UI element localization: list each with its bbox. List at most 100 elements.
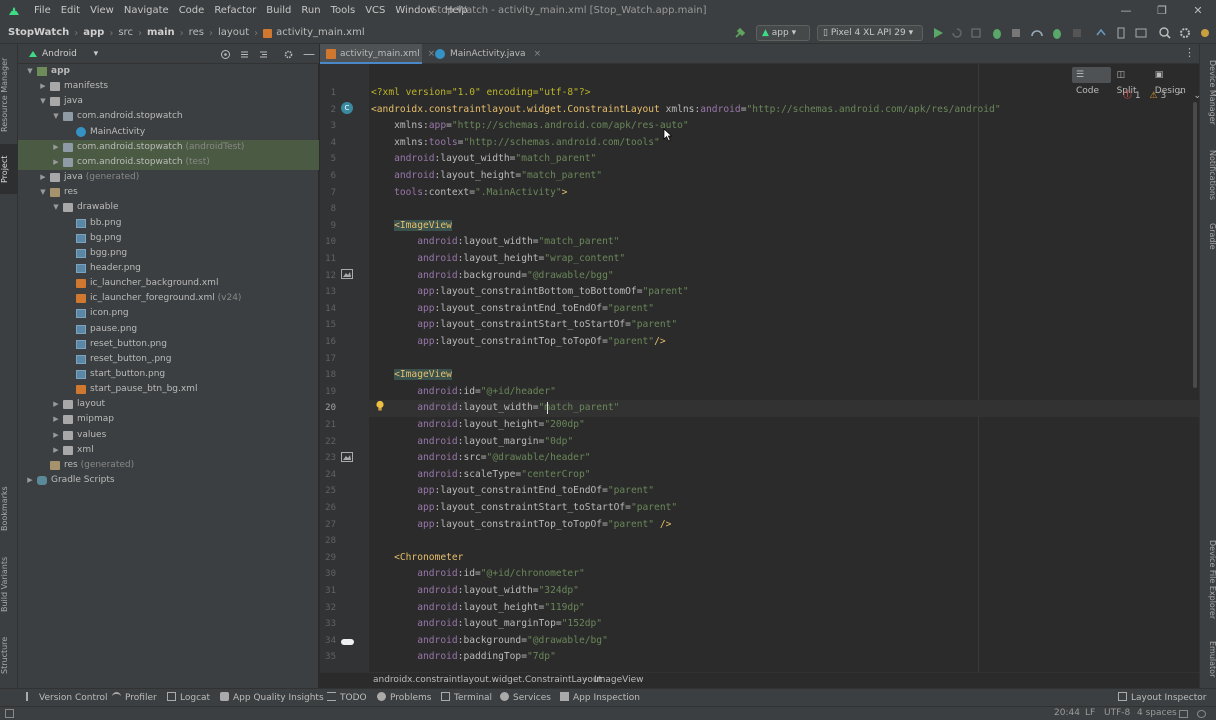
more-tabs-icon[interactable]: ⋮ (1184, 46, 1195, 59)
chevron-right-icon[interactable]: ▶ (52, 155, 60, 170)
menu-item-file[interactable]: File (34, 0, 51, 22)
menu-item-tools[interactable]: Tools (331, 0, 356, 22)
tab-activity-main-xml[interactable]: activity_main.xml × (320, 44, 435, 64)
gradle-tab[interactable]: Gradle (1200, 216, 1216, 256)
tree-item[interactable]: ic_launcher_foreground.xml (v24) (18, 291, 319, 306)
layout-inspector-tab[interactable]: Layout Inspector (1118, 689, 1206, 707)
close-tab-icon[interactable]: × (534, 49, 542, 59)
background-preview-icon[interactable] (341, 639, 354, 645)
code-line[interactable]: android:id="@+id/chronometer" (371, 566, 585, 583)
code-line[interactable]: android:layout_marginTop="152dp" (371, 616, 602, 633)
code-editor[interactable]: 1 2 3 4 5 6 7 8 9 10 11 12 13 14 15 16 17 18 19 20 21 22 23 24 2… (320, 64, 1199, 672)
indent-setting[interactable]: 4 spaces (1137, 707, 1177, 720)
bookmarks-tab[interactable]: Bookmarks (0, 480, 18, 538)
breadcrumb-item[interactable]: main (147, 22, 175, 44)
previous-highlight-icon[interactable]: ⌃ (1177, 91, 1185, 101)
device-select[interactable]: ▯ Pixel 4 XL API 29 ▾ (817, 25, 923, 41)
chevron-right-icon[interactable]: ▶ (52, 428, 60, 443)
minimize-button[interactable]: — (1108, 0, 1144, 22)
breadcrumb-constraint-layout[interactable]: androidx.constraintlayout.widget.Constra… (373, 673, 602, 688)
menu-item-build[interactable]: Build (266, 0, 291, 22)
menu-item-refactor[interactable]: Refactor (214, 0, 256, 22)
code-line[interactable]: <Chronometer (371, 550, 463, 567)
menu-item-run[interactable]: Run (301, 0, 320, 22)
code-mode-button[interactable]: ☰ Code (1072, 67, 1111, 96)
tree-item[interactable]: ▶ values (18, 428, 319, 443)
logcat-tab[interactable]: Logcat (167, 689, 210, 707)
tree-item[interactable]: ▶ Gradle Scripts (18, 473, 319, 488)
inspection-widget[interactable]: ⓵ 1 ⚠ 3 ⌃ ⌄ (1123, 88, 1199, 101)
tree-item[interactable]: MainActivity (18, 125, 319, 140)
version-control-tab[interactable]: Version Control (26, 689, 108, 707)
problems-tab[interactable]: Problems (377, 689, 431, 707)
tree-item[interactable]: reset_button.png (18, 337, 319, 352)
app-quality-insights-tab[interactable]: App Quality Insights (220, 689, 324, 707)
close-button[interactable]: ✕ (1180, 0, 1216, 22)
debug-attach-icon[interactable] (1050, 26, 1064, 40)
stop-icon[interactable] (1070, 26, 1084, 40)
menu-item-code[interactable]: Code (179, 0, 205, 22)
tree-item[interactable]: ▶ mipmap (18, 412, 319, 427)
search-icon[interactable] (1158, 26, 1172, 40)
tree-item[interactable]: bg.png (18, 231, 319, 246)
file-encoding[interactable]: UTF-8 (1104, 707, 1130, 720)
tree-item[interactable]: ▶ java (generated) (18, 170, 319, 185)
tree-item[interactable]: reset_button_.png (18, 352, 319, 367)
code-line[interactable]: app:layout_constraintEnd_toEndOf="parent… (371, 483, 654, 500)
chevron-right-icon[interactable]: ▶ (39, 79, 47, 94)
attach-debugger-icon[interactable] (1009, 26, 1023, 40)
hide-panel-icon[interactable]: — (303, 44, 315, 64)
code-line[interactable]: android:layout_height="wrap_content" (371, 251, 625, 268)
expand-all-icon[interactable] (239, 49, 250, 60)
code-line[interactable]: android:layout_height="200dp" (371, 417, 585, 434)
device-file-explorer-tab[interactable]: Device File Explorer (1200, 532, 1216, 628)
code-line[interactable]: xmlns:app="http://schemas.android.com/ap… (371, 118, 689, 135)
code-line[interactable]: app:layout_constraintStart_toStartOf="pa… (371, 317, 677, 334)
lock-icon[interactable] (1179, 710, 1188, 718)
tab-main-activity-java[interactable]: MainActivity.java × (430, 44, 542, 64)
breadcrumb-item[interactable]: activity_main.xml (276, 22, 364, 44)
chevron-right-icon[interactable]: ▶ (26, 473, 34, 488)
vertical-scrollbar[interactable] (1193, 102, 1197, 388)
todo-tab[interactable]: TODO (327, 689, 367, 707)
notifications-tab[interactable]: Notifications (1200, 142, 1216, 208)
code-line[interactable]: <androidx.constraintlayout.widget.Constr… (371, 102, 1001, 119)
collapse-all-icon[interactable] (258, 49, 269, 60)
chevron-right-icon[interactable]: ▶ (39, 170, 47, 185)
code-line[interactable]: android:background="@drawable/bg" (371, 633, 608, 650)
tree-item[interactable]: ▶ com.android.stopwatch (androidTest) (18, 139, 319, 155)
breadcrumb-item[interactable]: app (83, 22, 104, 44)
maximize-button[interactable]: ❐ (1144, 0, 1180, 22)
project-tab[interactable]: Project (0, 144, 18, 194)
chevron-right-icon[interactable]: ▶ (52, 412, 60, 427)
code-line[interactable]: android:src="@drawable/header" (371, 450, 590, 467)
image-preview-icon[interactable] (341, 452, 353, 462)
breadcrumb-item[interactable]: StopWatch (8, 22, 69, 44)
tree-item[interactable]: ▼ com.android.stopwatch (18, 109, 319, 124)
code-line[interactable]: android:layout_margin="0dp" (371, 434, 573, 451)
tree-item[interactable]: ▶ layout (18, 397, 319, 412)
chevron-down-icon[interactable]: ▼ (52, 109, 60, 124)
code-line[interactable]: android:background="@drawable/bgg" (371, 268, 613, 285)
chevron-right-icon[interactable]: ▶ (52, 140, 60, 155)
chevron-right-icon[interactable]: ▶ (52, 397, 60, 412)
hammer-icon[interactable] (733, 26, 747, 40)
code-line[interactable]: android:layout_height="match_parent" (371, 168, 602, 185)
code-line[interactable]: android:layout_width="324dp" (371, 583, 579, 600)
tree-item[interactable]: bb.png (18, 216, 319, 231)
code-line[interactable]: app:layout_constraintEnd_toEndOf="parent… (371, 301, 654, 318)
chevron-down-icon[interactable]: ▼ (26, 64, 34, 79)
breadcrumb-item[interactable]: layout (218, 22, 249, 44)
code-line[interactable]: <ImageView (371, 367, 452, 384)
run-config-select[interactable]: ▲ app ▾ (756, 25, 810, 41)
debug-icon[interactable] (990, 26, 1004, 40)
code-line[interactable]: app:layout_constraintStart_toStartOf="pa… (371, 500, 677, 517)
rerun-icon[interactable] (950, 26, 964, 40)
code-line[interactable]: android:layout_width="match_parent" (371, 151, 596, 168)
breadcrumb-item[interactable]: src (118, 22, 133, 44)
tree-item[interactable]: start_pause_btn_bg.xml (18, 382, 319, 397)
structure-tab[interactable]: Structure (0, 630, 18, 680)
code-line[interactable]: android:layout_width="match_parent" (371, 400, 619, 417)
code-line[interactable]: android:id="@+id/header" (371, 384, 556, 401)
tree-item[interactable]: ▶ com.android.stopwatch (test) (18, 154, 319, 170)
